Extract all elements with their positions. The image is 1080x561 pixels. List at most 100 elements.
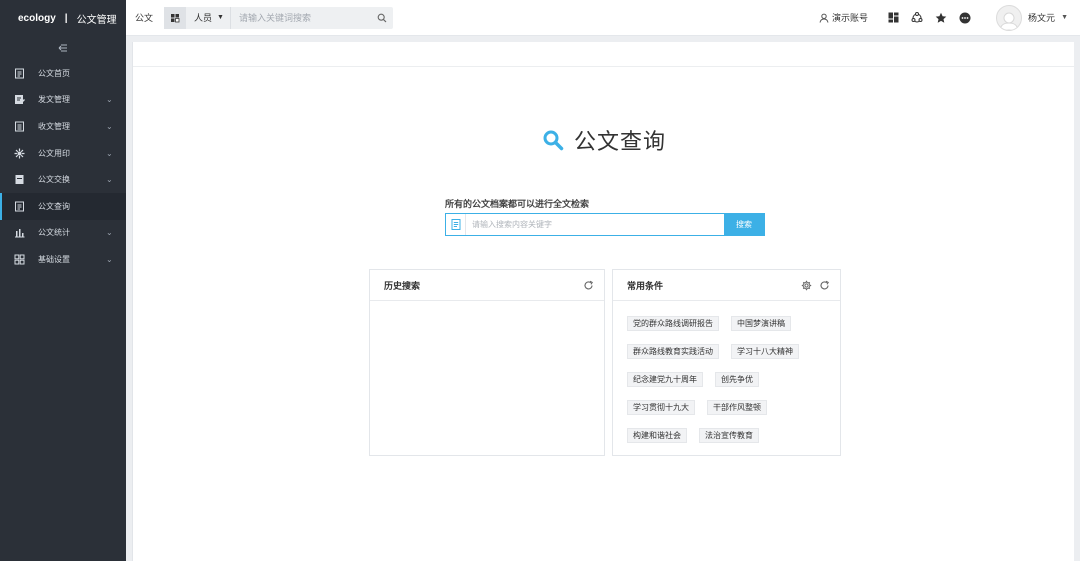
user-outline-icon bbox=[819, 13, 829, 23]
sidebar-item-label: 公文用印 bbox=[38, 148, 70, 158]
refresh-icon bbox=[584, 280, 593, 289]
dashboard-icon bbox=[888, 12, 899, 23]
settings-grid-icon bbox=[13, 253, 25, 265]
refresh-icon bbox=[820, 280, 829, 289]
page-title: 公文查询 bbox=[573, 129, 666, 154]
brand-name: ecology bbox=[18, 12, 56, 24]
condition-tag[interactable]: 纪念建党九十周年 bbox=[627, 372, 703, 387]
refresh-history-button[interactable] bbox=[582, 279, 594, 291]
inbox-doc-icon bbox=[13, 120, 25, 132]
top-right-toolbar: 演示账号 杨文元 ▼ bbox=[819, 0, 1080, 36]
collapse-icon bbox=[58, 44, 67, 52]
common-conditions-card: 常用条件 党的群众路线调研报告 中国梦演讲稿 群众路线教育实践活动 学习十八大精… bbox=[612, 269, 841, 456]
sidebar-item-seal[interactable]: 公文用印 ⌄ bbox=[0, 140, 126, 167]
tag-row: 学习贯彻十九大 干部作风整顿 bbox=[627, 400, 840, 428]
top-search-group: 人员 ▼ bbox=[164, 6, 393, 29]
chevron-down-icon[interactable]: ▼ bbox=[1061, 14, 1068, 21]
apps-grid-icon bbox=[171, 13, 180, 22]
history-card-title: 历史搜索 bbox=[384, 280, 421, 291]
avatar[interactable] bbox=[996, 4, 1023, 31]
share-button[interactable] bbox=[910, 11, 924, 25]
sidebar-item-label: 公文交换 bbox=[38, 175, 70, 185]
tag-row: 党的群众路线调研报告 中国梦演讲稿 bbox=[627, 316, 840, 344]
sidebar-item-home[interactable]: 公文首页 bbox=[0, 60, 126, 87]
main-area: 公文查询 所有的公文档案都可以进行全文检索 搜索 历史搜索 常用条件 bbox=[126, 36, 1080, 561]
chevron-down-icon: ⌄ bbox=[106, 121, 113, 131]
sidebar-item-label: 公文首页 bbox=[38, 68, 70, 78]
demo-account-link[interactable]: 演示账号 bbox=[819, 11, 868, 24]
condition-tag[interactable]: 构建和谐社会 bbox=[627, 428, 687, 443]
tag-row: 群众路线教育实践活动 学习十八大精神 bbox=[627, 344, 840, 372]
seal-icon bbox=[13, 147, 25, 159]
exchange-icon bbox=[13, 174, 25, 186]
condition-tag[interactable]: 创先争优 bbox=[715, 372, 759, 387]
share-icon bbox=[911, 11, 923, 22]
star-icon bbox=[935, 12, 947, 23]
sidebar-item-incoming[interactable]: 收文管理 ⌄ bbox=[0, 113, 126, 140]
sidebar-item-label: 公文统计 bbox=[38, 228, 70, 238]
chevron-down-icon: ⌄ bbox=[106, 254, 113, 264]
condition-tag[interactable]: 中国梦演讲稿 bbox=[731, 316, 791, 331]
brand-app-name: 公文管理 bbox=[76, 14, 117, 26]
sidebar-menu: 公文首页 发文管理 ⌄ 收文管理 ⌄ 公文用印 ⌄ 公文交换 ⌄ 公文查询 公文… bbox=[0, 60, 126, 273]
tag-row: 纪念建党九十周年 创先争优 bbox=[627, 372, 840, 400]
query-panel: 公文查询 所有的公文档案都可以进行全文检索 搜索 历史搜索 常用条件 bbox=[132, 42, 1074, 561]
common-card-header: 常用条件 bbox=[613, 270, 840, 301]
chevron-down-icon: ▼ bbox=[217, 14, 224, 21]
top-bar: 公文 人员 ▼ 演示账号 杨文元 bbox=[126, 0, 1080, 36]
search-scope-select[interactable]: 人员 ▼ bbox=[188, 6, 231, 29]
condition-tag[interactable]: 干部作风整顿 bbox=[707, 400, 767, 415]
apps-grid-button[interactable] bbox=[164, 6, 186, 29]
sidebar-item-query[interactable]: 公文查询 bbox=[0, 192, 126, 220]
global-search-input[interactable] bbox=[230, 6, 371, 29]
condition-tag[interactable]: 学习十八大精神 bbox=[731, 344, 799, 359]
search-button[interactable]: 搜索 bbox=[724, 214, 764, 235]
chevron-down-icon: ⌄ bbox=[106, 148, 113, 158]
chevron-down-icon: ⌄ bbox=[106, 228, 113, 238]
brand-separator: | bbox=[64, 12, 68, 24]
search-icon bbox=[377, 13, 387, 22]
global-search-button[interactable] bbox=[371, 7, 393, 29]
favorites-button[interactable] bbox=[934, 11, 948, 25]
brand[interactable]: ecology | 公文管理 bbox=[0, 0, 126, 36]
edit-doc-icon bbox=[13, 94, 25, 106]
sidebar-item-label: 发文管理 bbox=[38, 95, 70, 105]
sidebar-item-statistics[interactable]: 公文统计 ⌄ bbox=[0, 220, 126, 247]
search-doc-icon bbox=[13, 200, 25, 212]
breadcrumb[interactable]: 公文 bbox=[126, 11, 164, 24]
sidebar-item-outgoing[interactable]: 发文管理 ⌄ bbox=[0, 87, 126, 114]
sidebar: ecology | 公文管理 公文首页 发文管理 ⌄ 收文管理 ⌄ 公文用印 ⌄ bbox=[0, 0, 126, 561]
settings-button[interactable] bbox=[800, 279, 812, 291]
bar-chart-icon bbox=[13, 227, 25, 239]
collapse-menu-button[interactable] bbox=[0, 36, 126, 60]
tag-row: 构建和谐社会 法治宣传教育 bbox=[627, 428, 840, 456]
sidebar-item-label: 公文查询 bbox=[38, 201, 70, 211]
user-name[interactable]: 杨文元 bbox=[1028, 11, 1055, 24]
sidebar-item-exchange[interactable]: 公文交换 ⌄ bbox=[0, 166, 126, 193]
refresh-common-button[interactable] bbox=[818, 279, 830, 291]
condition-tag[interactable]: 法治宣传教育 bbox=[699, 428, 759, 443]
demo-account-label: 演示账号 bbox=[832, 13, 869, 23]
fulltext-search-input[interactable] bbox=[466, 214, 724, 235]
search-icon bbox=[543, 130, 564, 151]
chevron-down-icon: ⌄ bbox=[106, 175, 113, 185]
sidebar-item-label: 基础设置 bbox=[38, 254, 70, 264]
condition-tag[interactable]: 学习贯彻十九大 bbox=[627, 400, 695, 415]
gear-icon bbox=[801, 280, 811, 290]
dashboard-button[interactable] bbox=[886, 11, 900, 25]
condition-tag[interactable]: 群众路线教育实践活动 bbox=[627, 344, 719, 359]
more-button[interactable] bbox=[958, 11, 972, 25]
document-icon bbox=[451, 219, 460, 230]
fulltext-search-box: 搜索 bbox=[445, 213, 765, 236]
panel-header-strip bbox=[133, 42, 1074, 67]
search-scope-value: 人员 bbox=[194, 13, 213, 23]
condition-tag[interactable]: 党的群众路线调研报告 bbox=[627, 316, 719, 331]
sidebar-item-settings[interactable]: 基础设置 ⌄ bbox=[0, 246, 126, 273]
history-search-card: 历史搜索 bbox=[369, 269, 605, 456]
doc-icon bbox=[13, 67, 25, 79]
avatar-placeholder-icon bbox=[999, 12, 1019, 30]
document-type-button[interactable] bbox=[446, 214, 466, 235]
page-hero: 公文查询 bbox=[133, 124, 1075, 156]
more-dots-icon bbox=[959, 12, 971, 23]
sidebar-item-label: 收文管理 bbox=[38, 121, 70, 131]
